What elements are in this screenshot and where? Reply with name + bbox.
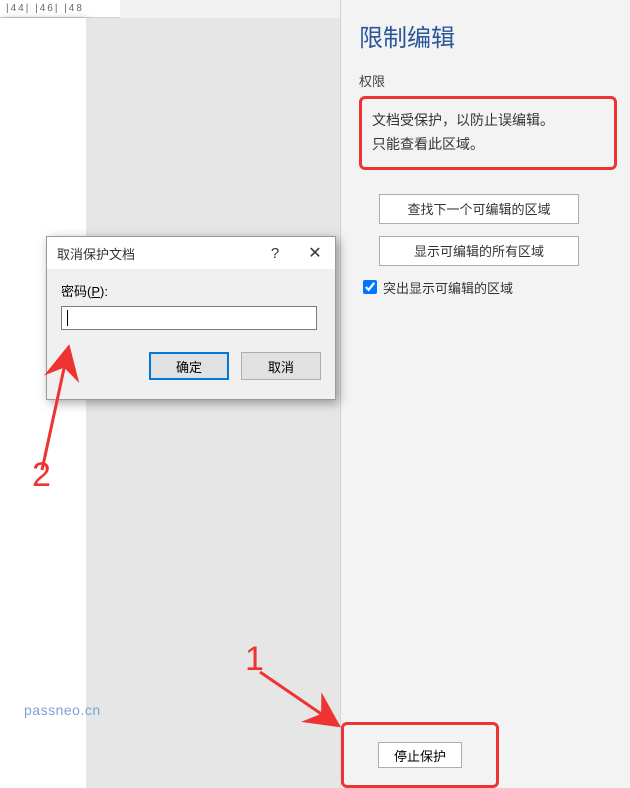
password-label: 密码(P): [61,281,321,300]
unprotect-document-dialog: 取消保护文档 ? ✕ 密码(P): 确定 取消 [46,236,336,400]
show-all-regions-button[interactable]: 显示可编辑的所有区域 [379,236,579,266]
close-icon[interactable]: ✕ [295,237,335,269]
highlight-regions-checkbox[interactable] [363,280,377,294]
password-input[interactable] [61,306,317,330]
dialog-titlebar[interactable]: 取消保护文档 ? ✕ [47,237,335,269]
highlight-regions-label: 突出显示可编辑的区域 [383,278,513,297]
dialog-body: 密码(P): [47,269,335,342]
dialog-buttons: 确定 取消 [47,342,335,380]
annotation-number-1: 1 [245,640,264,679]
cancel-button[interactable]: 取消 [241,352,321,380]
info-line-2: 只能查看此区域。 [372,133,604,157]
highlight-regions-checkbox-row[interactable]: 突出显示可编辑的区域 [363,278,630,297]
ok-button[interactable]: 确定 [149,352,229,380]
info-line-1: 文档受保护，以防止误编辑。 [372,109,604,133]
panel-title: 限制编辑 [359,18,630,53]
document-background [86,18,340,788]
help-icon[interactable]: ? [255,237,295,269]
annotation-number-2: 2 [32,456,51,495]
ruler: |44| |46| |48 [0,0,120,18]
restrict-editing-panel: 限制编辑 权限 文档受保护，以防止误编辑。 只能查看此区域。 查找下一个可编辑的… [340,0,630,788]
find-next-region-button[interactable]: 查找下一个可编辑的区域 [379,194,579,224]
dialog-title: 取消保护文档 [57,244,135,263]
permissions-label: 权限 [359,71,630,90]
protection-info-box: 文档受保护，以防止误编辑。 只能查看此区域。 [359,96,617,170]
stop-protection-button[interactable]: 停止保护 [378,742,462,768]
stop-protection-highlight: 停止保护 [341,722,499,788]
watermark: passneo.cn [24,702,101,718]
text-caret [67,310,68,326]
document-page [0,18,86,788]
